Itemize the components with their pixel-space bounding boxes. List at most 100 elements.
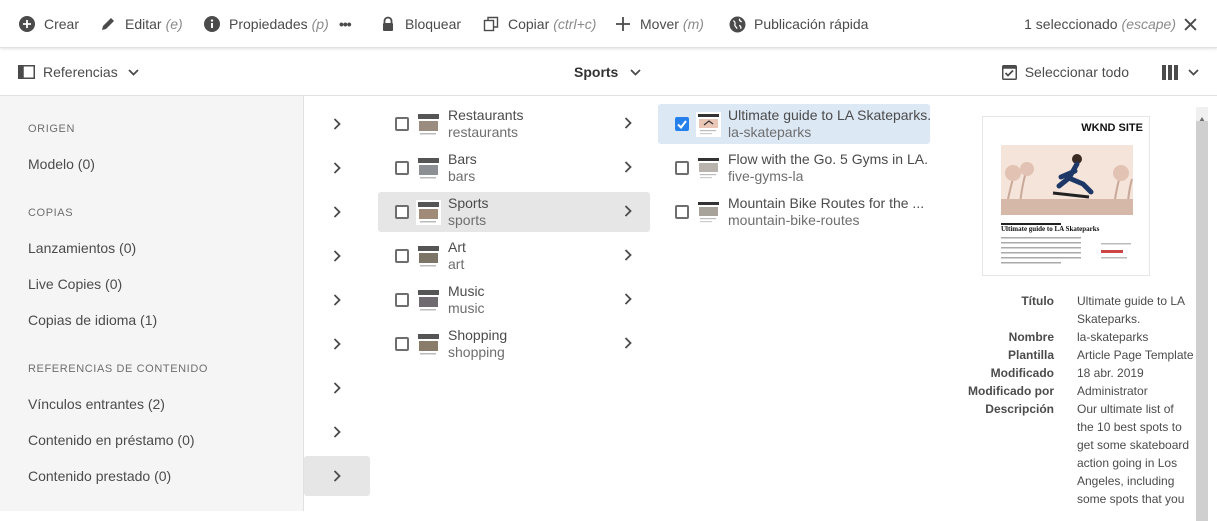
item-name: bars bbox=[448, 168, 476, 184]
chevron-right-icon[interactable] bbox=[305, 192, 369, 232]
more-label: ••• bbox=[339, 16, 352, 32]
template-value: Article Page Template bbox=[1077, 348, 1194, 362]
modified-value: 18 abr. 2019 bbox=[1077, 366, 1144, 380]
details-scrollbar[interactable] bbox=[1196, 107, 1208, 521]
create-button[interactable]: Crear bbox=[18, 0, 79, 48]
row-checkbox[interactable] bbox=[395, 337, 409, 351]
item-name: art bbox=[448, 256, 465, 272]
close-icon[interactable] bbox=[1184, 17, 1197, 31]
chevron-right-icon[interactable] bbox=[305, 148, 369, 188]
row-checkbox[interactable] bbox=[395, 161, 409, 175]
item-title: Shopping bbox=[448, 327, 508, 343]
select-all-icon bbox=[1001, 64, 1017, 80]
rail-item-live-copies[interactable]: Live Copies (0) bbox=[28, 276, 122, 292]
chevron-right-icon[interactable] bbox=[304, 456, 370, 496]
create-label: Crear bbox=[44, 16, 80, 32]
row-checkbox[interactable] bbox=[395, 293, 409, 307]
list-item[interactable]: Music music bbox=[378, 280, 650, 320]
row-checkbox[interactable] bbox=[675, 161, 689, 175]
item-title: Flow with the Go. 5 Gyms in LA. bbox=[728, 151, 928, 167]
chevron-right-icon[interactable] bbox=[624, 336, 632, 352]
properties-button[interactable]: Propiedades (p) bbox=[203, 0, 329, 48]
row-checkbox[interactable] bbox=[395, 249, 409, 263]
selection-status: 1 seleccionado (escape) bbox=[1024, 0, 1197, 48]
info-icon bbox=[203, 15, 221, 33]
list-item[interactable]: Restaurants restaurants bbox=[378, 104, 650, 144]
copies-header: COPIAS bbox=[28, 207, 74, 219]
title-value: Ultimate guide to LA Skateparks. bbox=[1077, 294, 1185, 326]
copy-button[interactable]: Copiar (ctrl+c) bbox=[482, 0, 596, 48]
quick-publish-button[interactable]: Publicación rápida bbox=[728, 0, 868, 48]
item-title: Bars bbox=[448, 151, 477, 167]
rail-item-language-copies[interactable]: Copias de idioma (1) bbox=[28, 312, 157, 328]
list-item[interactable]: Bars bars bbox=[378, 148, 650, 188]
chevron-right-icon[interactable] bbox=[305, 412, 369, 452]
row-checkbox[interactable] bbox=[395, 117, 409, 131]
row-checkbox[interactable] bbox=[395, 205, 409, 219]
chevron-right-icon[interactable] bbox=[305, 236, 369, 276]
chevron-right-icon[interactable] bbox=[624, 116, 632, 132]
rail-toggle-button[interactable]: Referencias bbox=[18, 48, 139, 96]
page-thumbnail bbox=[416, 288, 441, 313]
lock-button[interactable]: Bloquear bbox=[379, 0, 461, 48]
name-label: Nombre bbox=[1008, 330, 1054, 344]
list-item[interactable]: Shopping shopping bbox=[378, 324, 650, 364]
rail-item-borrowed-content[interactable]: Contenido en préstamo (0) bbox=[28, 432, 195, 448]
page-thumbnail bbox=[696, 156, 721, 181]
chevron-right-icon[interactable] bbox=[624, 204, 632, 220]
more-actions-button[interactable]: ••• bbox=[339, 0, 352, 48]
quick-publish-label: Publicación rápida bbox=[754, 16, 869, 32]
list-item[interactable]: Art art bbox=[378, 236, 650, 276]
chevron-down-icon bbox=[1188, 68, 1199, 76]
location-dropdown[interactable]: Sports bbox=[574, 48, 641, 96]
edit-shortcut-hint: (e) bbox=[165, 16, 183, 32]
page-thumbnail bbox=[696, 200, 721, 225]
escape-shortcut-hint: (escape) bbox=[1121, 16, 1176, 32]
rail-item-lent-content[interactable]: Contenido prestado (0) bbox=[28, 468, 171, 484]
title-label: Título bbox=[1021, 294, 1054, 308]
item-title: Restaurants bbox=[448, 107, 524, 123]
row-checkbox[interactable] bbox=[675, 117, 689, 131]
chevron-right-icon[interactable] bbox=[624, 160, 632, 176]
chevron-down-icon bbox=[128, 68, 139, 76]
item-name: music bbox=[448, 300, 485, 316]
chevron-right-icon[interactable] bbox=[305, 104, 369, 144]
copy-icon bbox=[482, 15, 500, 33]
article-column: Ultimate guide to LA Skateparks. la-skat… bbox=[656, 96, 936, 511]
copy-shortcut-hint: (ctrl+c) bbox=[553, 16, 597, 32]
chevron-right-icon[interactable] bbox=[305, 280, 369, 320]
content-references-header: REFERENCIAS DE CONTENIDO bbox=[28, 363, 209, 375]
chevron-right-icon[interactable] bbox=[624, 248, 632, 264]
rail-item-launches[interactable]: Lanzamientos (0) bbox=[28, 240, 136, 256]
list-item[interactable]: Mountain Bike Routes for the ... mountai… bbox=[658, 192, 930, 232]
list-item[interactable]: Sports sports bbox=[378, 192, 650, 232]
move-button[interactable]: Mover (m) bbox=[614, 0, 704, 48]
selected-count-label: 1 seleccionado bbox=[1024, 16, 1118, 32]
rail-icon bbox=[18, 65, 35, 79]
rail-item-model[interactable]: Modelo (0) bbox=[28, 156, 95, 172]
pencil-icon bbox=[99, 15, 117, 33]
item-title: Ultimate guide to LA Skateparks. bbox=[728, 107, 932, 123]
rail-item-incoming-links[interactable]: Vínculos entrantes (2) bbox=[28, 396, 165, 412]
modified-label: Modificado bbox=[990, 366, 1054, 380]
skateboarder-illustration bbox=[1001, 145, 1133, 264]
lock-label: Bloquear bbox=[405, 16, 462, 32]
chevron-right-icon[interactable] bbox=[305, 368, 369, 408]
chevron-right-icon[interactable] bbox=[305, 324, 369, 364]
description-label: Descripción bbox=[985, 402, 1054, 416]
view-switcher[interactable] bbox=[1162, 48, 1199, 96]
select-all-button[interactable]: Seleccionar todo bbox=[1001, 48, 1129, 96]
item-name: la-skateparks bbox=[728, 124, 812, 140]
action-bar: Crear Editar (e) Propiedades (p) ••• Blo… bbox=[0, 0, 1217, 48]
list-item[interactable]: Flow with the Go. 5 Gyms in LA. five-gym… bbox=[658, 148, 930, 188]
chevron-right-icon[interactable] bbox=[624, 292, 632, 308]
row-checkbox[interactable] bbox=[675, 205, 689, 219]
item-title: Music bbox=[448, 283, 485, 299]
rail-toggle-label: Referencias bbox=[43, 64, 118, 80]
list-item[interactable]: Ultimate guide to LA Skateparks. la-skat… bbox=[658, 104, 932, 144]
edit-button[interactable]: Editar (e) bbox=[99, 0, 183, 48]
references-rail: ORIGEN Modelo (0) COPIAS Lanzamientos (0… bbox=[0, 96, 304, 511]
plus-icon bbox=[614, 15, 632, 33]
scrollbar-thumb[interactable] bbox=[1196, 121, 1208, 521]
item-name: restaurants bbox=[448, 124, 519, 140]
